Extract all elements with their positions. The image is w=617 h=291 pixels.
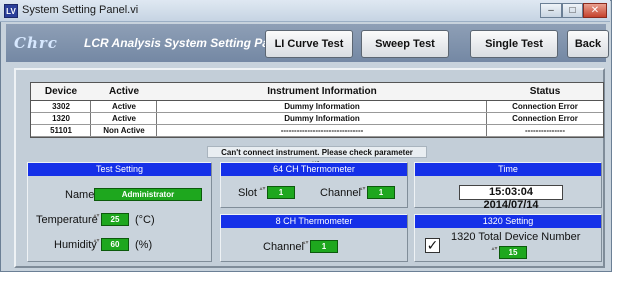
title-bar: LV System Setting Panel.vi – □ ✕ (0, 0, 610, 22)
active-cell: Active (111, 114, 136, 123)
labview-icon: LV (4, 4, 18, 18)
table-row[interactable]: 51101 Non Active -----------------------… (31, 125, 603, 137)
device-cell: 51101 (50, 126, 72, 135)
error-message: Can't connect instrument. Please check p… (207, 146, 427, 169)
status-cell: Connection Error (512, 114, 578, 123)
slot-spinner[interactable]: ▴▾ (259, 186, 266, 199)
column-header-status[interactable]: Status (487, 86, 603, 97)
app-title: LCR Analysis System Setting Panel (84, 36, 287, 50)
device-cell: 1320 (52, 114, 70, 123)
active-cell: Non Active (103, 126, 145, 135)
channel-field[interactable]: 1 (367, 186, 395, 199)
temperature-field[interactable]: 25 (101, 213, 129, 226)
li-curve-test-button[interactable]: LI Curve Test (265, 30, 353, 58)
thermo64-title: 64 CH Thermometer (221, 163, 407, 176)
humidity-label: Humidity (54, 239, 97, 251)
setting1320-group: 1320 Setting ✓ 1320 Total Device Number … (414, 214, 602, 262)
device-table: Device Active Instrument Information Sta… (30, 82, 604, 138)
column-header-active[interactable]: Active (91, 86, 157, 97)
maximize-button[interactable]: □ (562, 3, 583, 18)
window-title: System Setting Panel.vi (22, 4, 139, 16)
device-number-spinner[interactable]: ▴▾ (491, 246, 498, 259)
sweep-test-button[interactable]: Sweep Test (361, 30, 449, 58)
slot-label: Slot (238, 187, 257, 199)
thermo64-group: 64 CH Thermometer Slot ▴▾ 1 Channel ▴▾ 1 (220, 162, 408, 208)
humidity-spinner[interactable]: ▴▾ (93, 238, 100, 251)
company-logo: Chrc (14, 34, 58, 52)
thermo8-title: 8 CH Thermometer (221, 215, 407, 228)
column-header-instrument-info[interactable]: Instrument Information (157, 86, 487, 97)
column-header-device[interactable]: Device (31, 86, 91, 97)
enable-1320-checkbox[interactable]: ✓ (425, 238, 440, 253)
channel8-label: Channel (263, 241, 304, 253)
status-cell: Connection Error (512, 102, 578, 111)
name-label: Name (65, 189, 95, 201)
instrument-info-cell: ------------------------------- (280, 126, 364, 135)
table-header: Device Active Instrument Information Sta… (31, 83, 603, 101)
temperature-label: Temperature (36, 214, 98, 226)
test-setting-group: Test Setting Name Administrator Temperat… (27, 162, 212, 262)
header-bar: Chrc LCR Analysis System Setting Panel L… (6, 24, 609, 62)
time-group: Time 15:03:04 2014/07/14 (414, 162, 602, 211)
instrument-info-cell: Dummy Information (284, 102, 360, 111)
status-cell: --------------- (525, 126, 565, 135)
back-button[interactable]: Back (567, 30, 609, 58)
table-row[interactable]: 3302 Active Dummy Information Connection… (31, 101, 603, 113)
table-row[interactable]: 1320 Active Dummy Information Connection… (31, 113, 603, 125)
humidity-unit: (%) (135, 239, 153, 251)
instrument-info-cell: Dummy Information (284, 114, 360, 123)
channel8-spinner[interactable]: ▴▾ (302, 240, 309, 253)
slot-field[interactable]: 1 (267, 186, 295, 199)
setting1320-title: 1320 Setting (415, 215, 601, 228)
temperature-unit: (°C) (135, 214, 155, 226)
channel8-field[interactable]: 1 (310, 240, 338, 253)
humidity-field[interactable]: 60 (101, 238, 129, 251)
channel-spinner[interactable]: ▴▾ (359, 186, 366, 199)
active-cell: Active (111, 102, 136, 111)
channel-label: Channel (320, 187, 361, 199)
name-field[interactable]: Administrator (94, 188, 202, 201)
time-title: Time (415, 163, 601, 176)
thermo8-group: 8 CH Thermometer Channel ▴▾ 1 (220, 214, 408, 262)
test-setting-title: Test Setting (28, 163, 211, 176)
close-button[interactable]: ✕ (583, 3, 607, 18)
device-number-field[interactable]: 15 (499, 246, 527, 259)
time-display[interactable]: 15:03:04 2014/07/14 (459, 185, 563, 211)
single-test-button[interactable]: Single Test (470, 30, 558, 58)
device-cell: 3302 (52, 102, 70, 111)
temperature-spinner[interactable]: ▴▾ (93, 213, 100, 226)
device-number-label: 1320 Total Device Number (451, 231, 581, 243)
minimize-button[interactable]: – (540, 3, 562, 18)
